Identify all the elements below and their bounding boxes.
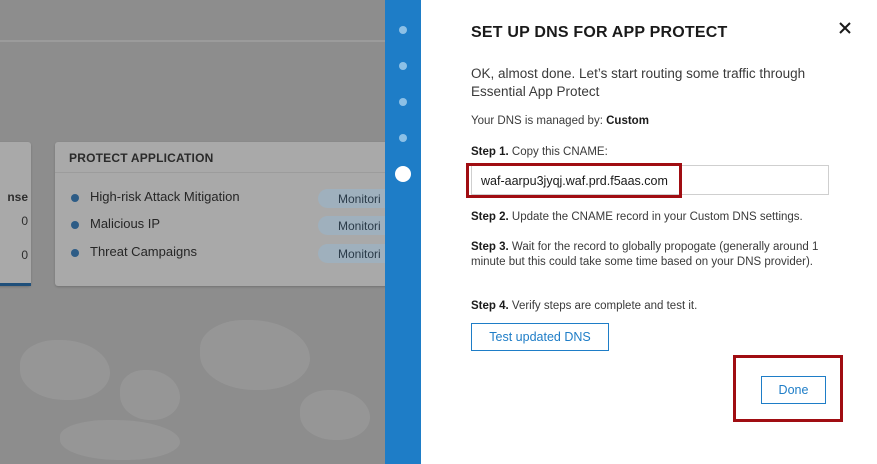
step-text: Copy this CNAME: — [511, 146, 608, 158]
close-icon[interactable] — [835, 18, 855, 38]
step-label: Step 2. — [471, 211, 509, 223]
response-card: nse 0 0 — [0, 142, 31, 286]
card-value: 0 — [21, 214, 28, 228]
background-app: nse 0 0 PROTECT APPLICATION High-risk At… — [0, 0, 385, 464]
step-1: Step 1. Copy this CNAME: — [471, 145, 831, 160]
world-map — [0, 300, 385, 464]
status-badge: Monitori — [318, 244, 385, 263]
managed-by-value: Custom — [606, 115, 649, 127]
list-item-label: High-risk Attack Mitigation — [90, 189, 240, 204]
status-badge: Monitori — [318, 216, 385, 235]
card-title: PROTECT APPLICATION — [69, 151, 214, 165]
cname-value[interactable]: waf-aarpu3jyqj.waf.prd.f5aas.com — [481, 174, 668, 188]
card-accent-bar — [0, 283, 31, 286]
step-text: Update the CNAME record in your Custom D… — [511, 211, 803, 223]
done-button[interactable]: Done — [761, 376, 826, 404]
card-header: PROTECT APPLICATION — [55, 142, 385, 173]
protect-application-card: PROTECT APPLICATION High-risk Attack Mit… — [55, 142, 385, 286]
step-label: Step 4. — [471, 300, 509, 312]
step-4: Step 4. Verify steps are complete and te… — [471, 299, 831, 314]
step-dot-icon[interactable] — [399, 134, 407, 142]
dns-setup-panel: SET UP DNS FOR APP PROTECT OK, almost do… — [421, 0, 877, 464]
managed-by-label: Your DNS is managed by: — [471, 115, 603, 127]
card-header-fragment: nse — [7, 190, 28, 204]
dns-managed-by: Your DNS is managed by: Custom — [471, 115, 649, 127]
step-label: Step 3. — [471, 241, 509, 253]
list-item-label: Malicious IP — [90, 216, 161, 231]
active-step-dot-icon — [395, 166, 411, 182]
stepper-rail — [385, 0, 421, 464]
status-dot-icon — [71, 221, 79, 229]
intro-text: OK, almost done. Let’s start routing som… — [471, 66, 806, 99]
divider — [0, 40, 385, 42]
step-text: Wait for the record to globally propogat… — [471, 241, 819, 268]
step-2: Step 2. Update the CNAME record in your … — [471, 210, 831, 225]
step-dot-icon[interactable] — [399, 26, 407, 34]
card-value: 0 — [21, 248, 28, 262]
status-badge: Monitori — [318, 189, 385, 208]
status-dot-icon — [71, 194, 79, 202]
step-text: Verify steps are complete and test it. — [511, 300, 698, 312]
status-dot-icon — [71, 249, 79, 257]
step-3: Step 3. Wait for the record to globally … — [471, 240, 831, 270]
step-dot-icon[interactable] — [399, 98, 407, 106]
list-item-label: Threat Campaigns — [90, 244, 197, 259]
test-updated-dns-button[interactable]: Test updated DNS — [471, 323, 609, 351]
step-label: Step 1. — [471, 146, 509, 158]
panel-title: SET UP DNS FOR APP PROTECT — [471, 24, 728, 41]
step-dot-icon[interactable] — [399, 62, 407, 70]
